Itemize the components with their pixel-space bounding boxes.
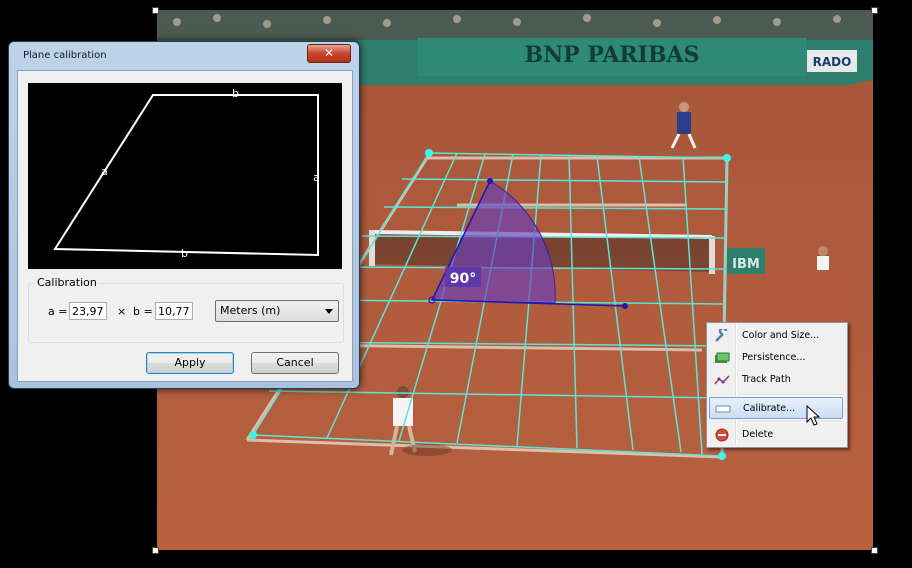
dialog-titlebar[interactable]: Plane calibration ✕ xyxy=(9,42,359,68)
ball-kid xyxy=(817,246,829,270)
resize-handle-tl[interactable] xyxy=(152,7,159,14)
label-a-right: a xyxy=(313,171,320,184)
dialog-client: b a a b Calibration a = 23,97 × b = 10,7… xyxy=(17,70,353,382)
calibration-group: Calibration a = 23,97 × b = 10,77 Meters… xyxy=(28,276,344,343)
label-a-left: a xyxy=(101,165,108,178)
angle-label: 90° xyxy=(450,271,476,287)
plane-preview: b a a b xyxy=(28,83,342,269)
mouse-cursor-icon xyxy=(806,405,820,426)
calibration-group-label: Calibration xyxy=(35,276,99,289)
label-b-bottom: b xyxy=(181,247,188,260)
unit-selected-value: Meters (m) xyxy=(220,304,281,317)
plane-calibration-dialog: Plane calibration ✕ b a a b Calibration … xyxy=(8,41,360,389)
resize-handle-br[interactable] xyxy=(871,547,878,554)
chevron-down-icon xyxy=(325,309,333,314)
menu-item-delete[interactable]: Delete xyxy=(709,424,843,446)
times-sign: × xyxy=(117,305,127,318)
sponsor-ibm: IBM xyxy=(732,257,760,272)
close-button[interactable]: ✕ xyxy=(307,44,351,63)
a-label: a = xyxy=(48,305,68,318)
context-menu: Color and Size... Persistence... Track P… xyxy=(706,322,848,448)
b-label: b = xyxy=(133,305,153,318)
a-length-input[interactable]: 23,97 xyxy=(69,302,107,320)
menu-item-label: Track Path xyxy=(742,374,791,385)
layers-icon xyxy=(715,352,730,363)
label-b-top: b xyxy=(232,87,239,100)
cancel-button[interactable]: Cancel xyxy=(251,352,339,374)
banner-text: BNP PARIBAS xyxy=(524,42,699,68)
menu-item-label: Delete xyxy=(742,429,774,440)
menu-item-label: Color and Size... xyxy=(742,330,820,341)
track-path-icon xyxy=(714,375,730,385)
menu-item-label: Calibrate... xyxy=(743,403,796,414)
menu-item-color-and-size[interactable]: Color and Size... xyxy=(709,325,843,347)
sponsor-rado: RADO xyxy=(813,55,852,69)
unit-select[interactable]: Meters (m) xyxy=(215,300,339,322)
menu-item-label: Persistence... xyxy=(742,352,806,363)
resize-handle-tr[interactable] xyxy=(871,7,878,14)
resize-handle-bl[interactable] xyxy=(152,547,159,554)
ruler-icon xyxy=(715,405,731,413)
menu-separator xyxy=(739,421,844,423)
dialog-title: Plane calibration xyxy=(23,50,107,61)
menu-item-persistence[interactable]: Persistence... xyxy=(709,347,843,369)
close-icon: ✕ xyxy=(323,46,335,60)
wrench-icon xyxy=(715,329,728,342)
plane-shape-icon xyxy=(53,94,319,257)
delete-icon xyxy=(715,428,729,442)
menu-item-calibrate[interactable]: Calibrate... xyxy=(709,397,843,419)
apply-button[interactable]: Apply xyxy=(146,352,234,374)
menu-item-track-path[interactable]: Track Path xyxy=(709,369,843,391)
menu-separator xyxy=(739,394,844,396)
b-length-input[interactable]: 10,77 xyxy=(155,302,193,320)
